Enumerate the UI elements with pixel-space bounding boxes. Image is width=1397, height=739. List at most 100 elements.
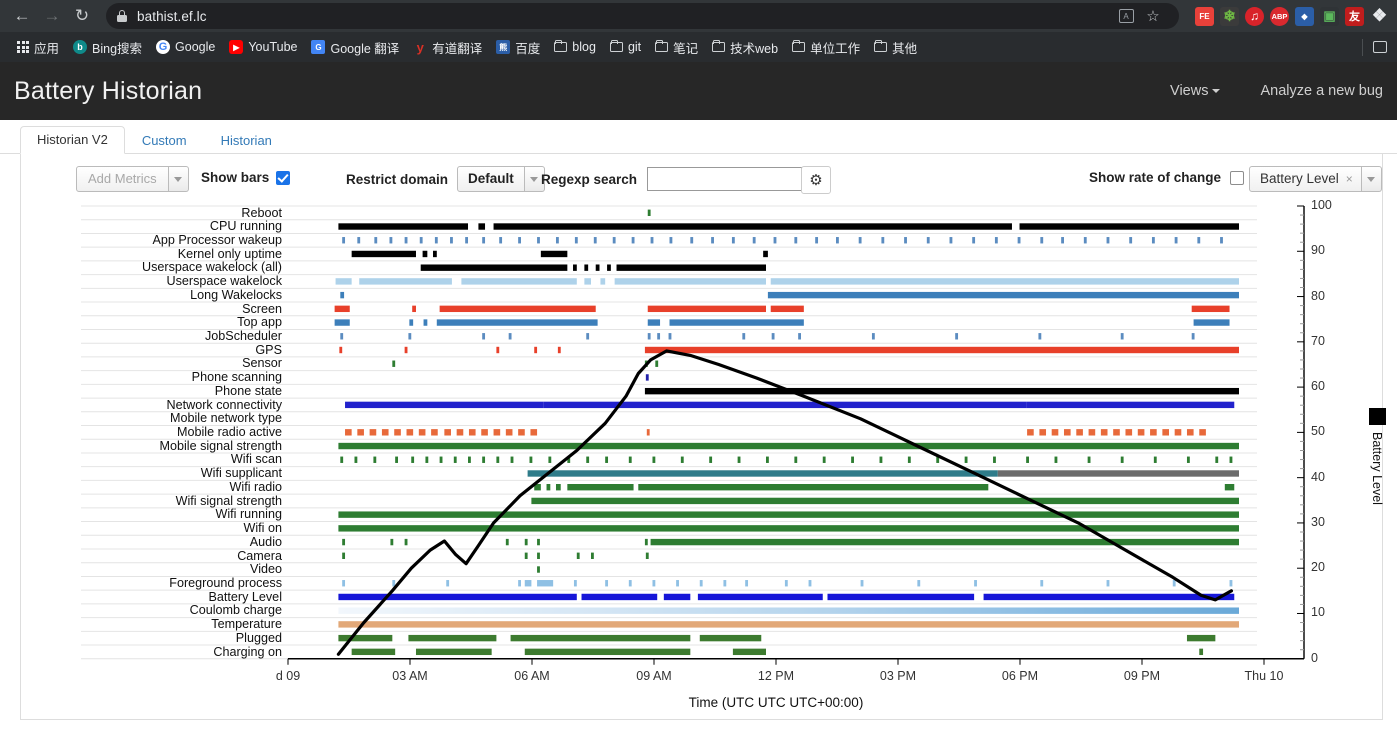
timeline-bar-segment[interactable] xyxy=(381,429,389,436)
timeline-bar-segment[interactable] xyxy=(770,278,1239,285)
timeline-bar-segment[interactable] xyxy=(531,497,1239,505)
timeline-bar-segment[interactable] xyxy=(446,580,450,587)
timeline-bar-segment[interactable] xyxy=(1125,429,1133,436)
bookmark-folder-techweb[interactable]: 技术web xyxy=(705,35,785,60)
add-metrics-button[interactable]: Add Metrics xyxy=(76,166,169,192)
bookmark-google-translate[interactable]: G Google 翻译 xyxy=(304,35,406,60)
timeline-bar-segment[interactable] xyxy=(493,429,501,436)
timeline-bar-segment[interactable] xyxy=(345,429,352,436)
timeline-bar-segment[interactable] xyxy=(404,346,408,354)
timeline-bar-segment[interactable] xyxy=(997,470,1239,477)
bookmark-apps[interactable]: 应用 xyxy=(10,35,66,60)
timeline-bar-segment[interactable] xyxy=(614,278,766,285)
timeline-bar-segment[interactable] xyxy=(731,237,735,244)
row-label[interactable]: Wifi running xyxy=(216,508,283,521)
timeline-bar-segment[interactable] xyxy=(351,648,396,656)
timeline-bar-segment[interactable] xyxy=(752,237,756,244)
timeline-bar-segment[interactable] xyxy=(425,456,429,463)
timeline-bar-segment[interactable] xyxy=(411,456,415,463)
timeline-bar-segment[interactable] xyxy=(647,333,651,340)
timeline-bar-segment[interactable] xyxy=(334,319,350,326)
timeline-bar-segment[interactable] xyxy=(871,333,875,340)
bookmark-star-icon[interactable]: ☆ xyxy=(1141,4,1165,28)
timeline-bar-segment[interactable] xyxy=(1186,429,1194,436)
forward-arrow-icon[interactable]: → xyxy=(38,2,66,30)
timeline-bar-segment[interactable] xyxy=(338,511,1240,518)
timeline-bar-segment[interactable] xyxy=(510,456,514,463)
timeline-bar-segment[interactable] xyxy=(737,456,741,463)
timeline-bar-segment[interactable] xyxy=(468,456,471,463)
timeline-bar-segment[interactable] xyxy=(586,333,590,340)
timeline-bar-segment[interactable] xyxy=(439,305,596,313)
row-label[interactable]: Temperature xyxy=(211,618,282,631)
timeline-bar-segment[interactable] xyxy=(576,552,580,559)
timeline-bar-segment[interactable] xyxy=(652,456,656,463)
timeline-bar-segment[interactable] xyxy=(518,429,525,436)
timeline-bar-segment[interactable] xyxy=(586,456,590,463)
row-label[interactable]: Kernel only uptime xyxy=(178,247,282,260)
timeline-bar-segment[interactable] xyxy=(394,429,401,436)
timeline-bar-segment[interactable] xyxy=(994,237,998,244)
timeline-bar-segment[interactable] xyxy=(669,319,804,326)
timeline-bar-segment[interactable] xyxy=(431,429,438,436)
timeline-bar-segment[interactable] xyxy=(334,305,350,313)
timeline-bar-segment[interactable] xyxy=(699,634,762,642)
timeline-bar-segment[interactable] xyxy=(595,264,600,271)
timeline-bar-segment[interactable] xyxy=(1026,456,1029,463)
timeline-bar-segment[interactable] xyxy=(1113,429,1120,436)
row-label[interactable]: Phone state xyxy=(215,385,282,398)
reload-icon[interactable]: ↻ xyxy=(68,2,96,30)
timeline-bar-segment[interactable] xyxy=(406,429,414,436)
timeline-bar-segment[interactable] xyxy=(709,456,713,463)
timeline-bar-segment[interactable] xyxy=(530,429,538,436)
timeline-bar-segment[interactable] xyxy=(657,333,661,340)
timeline-bar-segment[interactable] xyxy=(510,634,691,642)
timeline-bar-segment[interactable] xyxy=(518,237,521,244)
timeline-bar-segment[interactable] xyxy=(338,593,577,601)
show-bars-checkbox[interactable] xyxy=(276,170,291,185)
timeline-bar-segment[interactable] xyxy=(1215,456,1219,463)
timeline-bar-segment[interactable] xyxy=(663,593,691,601)
timeline-bar-segment[interactable] xyxy=(1162,429,1169,436)
timeline-bar-segment[interactable] xyxy=(1076,429,1083,436)
timeline-bar-segment[interactable] xyxy=(537,237,540,244)
row-label[interactable]: Plugged xyxy=(236,632,282,645)
bookmark-folder-notes[interactable]: 笔记 xyxy=(648,35,705,60)
timeline-bar-segment[interactable] xyxy=(524,580,532,587)
timeline-bar-segment[interactable] xyxy=(770,305,804,313)
timeline-bar-segment[interactable] xyxy=(680,456,684,463)
timeline-bar-segment[interactable] xyxy=(359,278,452,285)
timeline-bar-segment[interactable] xyxy=(742,333,746,340)
row-label[interactable]: Reboot xyxy=(241,206,282,219)
timeline-bar-segment[interactable] xyxy=(573,264,577,271)
timeline-bar-segment[interactable] xyxy=(548,456,552,463)
bookmark-folder-git[interactable]: git xyxy=(603,37,648,57)
timeline-bar-segment[interactable] xyxy=(593,237,597,244)
reading-list-icon[interactable] xyxy=(1373,41,1387,53)
timeline-bar-segment[interactable] xyxy=(676,580,679,587)
evernote-extension-icon[interactable]: ❄ xyxy=(1220,6,1239,26)
bookmark-google[interactable]: G Google xyxy=(149,37,222,57)
timeline-bar-segment[interactable] xyxy=(983,593,1235,601)
timeline-bar-segment[interactable] xyxy=(1199,648,1204,656)
timeline-bar-segment[interactable] xyxy=(1150,429,1157,436)
timeline-bar-segment[interactable] xyxy=(499,237,503,244)
timeline-bar-segment[interactable] xyxy=(340,333,344,340)
row-label[interactable]: Audio xyxy=(250,535,282,548)
row-label[interactable]: Mobile signal strength xyxy=(159,439,282,452)
timeline-bar-segment[interactable] xyxy=(518,580,521,587)
metric-selector-caret-icon[interactable] xyxy=(1361,166,1382,192)
timeline-bar-segment[interactable] xyxy=(527,470,998,477)
timeline-bar-segment[interactable] xyxy=(493,223,1012,230)
timeline-bar-segment[interactable] xyxy=(767,291,1239,299)
red-extension-icon[interactable]: 友 xyxy=(1345,6,1364,26)
timeline-bar-segment[interactable] xyxy=(1174,237,1178,244)
row-label[interactable]: Userspace wakelock (all) xyxy=(142,261,282,274)
timeline-bar-segment[interactable] xyxy=(390,538,394,546)
metric-chip-battery-level[interactable]: Battery Level × xyxy=(1249,166,1362,192)
timeline-bar-segment[interactable] xyxy=(546,484,551,491)
timeline-bar-segment[interactable] xyxy=(1054,456,1058,463)
timeline-bar-segment[interactable] xyxy=(647,305,766,313)
timeline-bar-segment[interactable] xyxy=(537,566,540,573)
timeline-bar-segment[interactable] xyxy=(537,552,540,559)
